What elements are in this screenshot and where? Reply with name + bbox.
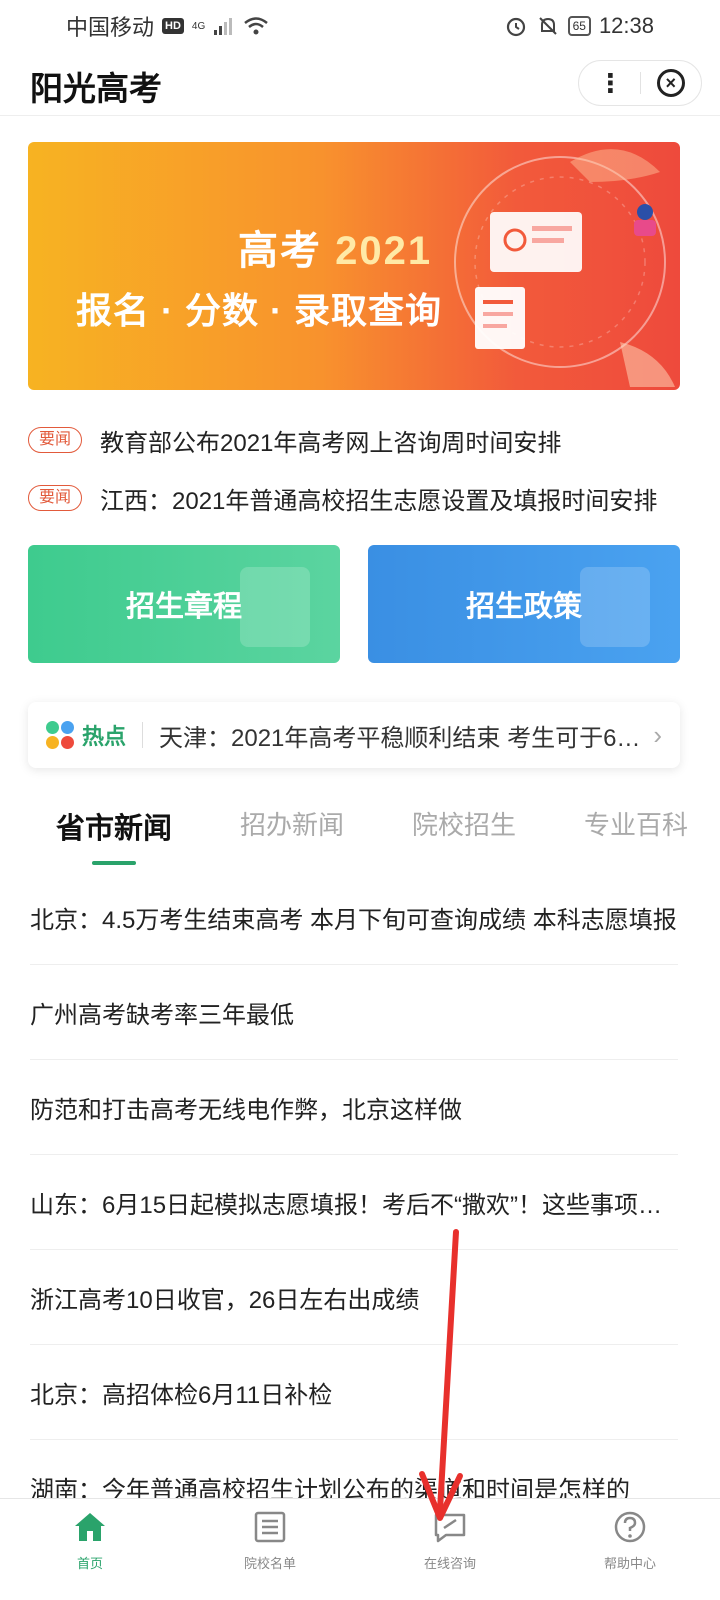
status-bar: 中国移动 HD 4G 65 12:38 (0, 0, 720, 52)
list-icon (254, 1511, 286, 1543)
banner-heading-text: 高考 (238, 229, 322, 273)
battery-indicator: 65 (567, 16, 591, 36)
list-item-title: 北京：高招体检6月11日补检 (30, 1381, 333, 1409)
hot-label: 热点 (82, 724, 127, 749)
headline-item[interactable]: 要闻 教育部公布2021年高考网上咨询周时间安排 (28, 420, 678, 460)
page-title: 阳光高考 (30, 70, 162, 107)
news-list: 北京：4.5万考生结束高考 本月下旬可查询成绩 本科志愿填报 广州高考缺考率三年… (30, 870, 678, 1535)
alarm-icon (506, 17, 525, 37)
hot-news-bar[interactable]: 热点 天津：2021年高考平稳顺利结束 考生可于6月下旬查询成绩 › (28, 702, 680, 768)
network-type: 4G (191, 20, 206, 32)
admission-policy-label: 招生政策 (465, 591, 582, 623)
close-circle-icon: × (656, 69, 685, 97)
tabbar-label: 首页 (76, 1556, 103, 1571)
bottom-tab-bar: 首页 院校名单 在线咨询 帮助中心 (0, 1498, 720, 1600)
banner-illustration (454, 149, 675, 387)
wifi-icon (244, 17, 269, 35)
promo-banner[interactable]: 高考 2021 报名 · 分数 · 录取查询 (28, 142, 680, 390)
headline-tag: 要闻 (28, 485, 83, 511)
news-tabs: 省市新闻 招办新闻 院校招生 专业百科 (28, 805, 688, 865)
hd-badge: HD (162, 18, 184, 34)
list-item[interactable]: 北京：高招体检6月11日补检 (30, 1345, 678, 1440)
hot-text: 天津：2021年高考平稳顺利结束 考生可于6月下旬查询成绩 (159, 724, 641, 752)
hot-grid-icon (46, 721, 74, 749)
document-icon (580, 567, 650, 647)
mini-program-capsule: ⋮ × (578, 60, 702, 106)
carrier-name: 中国移动 (66, 15, 155, 40)
tabbar-item-help-center[interactable]: 帮助中心 (540, 1499, 720, 1600)
tabbar-item-home[interactable]: 首页 (0, 1499, 180, 1600)
banner-subtitle: 报名 · 分数 · 录取查询 (76, 290, 442, 331)
list-item-title: 广州高考缺考率三年最低 (30, 1001, 294, 1029)
list-item-title: 防范和打击高考无线电作弊，北京这样做 (30, 1096, 462, 1124)
tabbar-label: 在线咨询 (423, 1556, 476, 1571)
banner-heading: 高考 2021 (238, 218, 432, 276)
banner-year: 2021 (335, 229, 433, 273)
headline-tag: 要闻 (28, 427, 83, 453)
admission-charter-label: 招生章程 (125, 591, 242, 623)
tab-provincial-news[interactable]: 省市新闻 (56, 805, 172, 865)
more-dots-icon[interactable]: ⋮ (579, 68, 640, 99)
headline-text: 教育部公布2021年高考网上咨询周时间安排 (100, 429, 562, 457)
tab-major-encyclopedia[interactable]: 专业百科 (584, 805, 688, 865)
signal-icon (214, 18, 233, 35)
tabbar-item-college-list[interactable]: 院校名单 (180, 1499, 360, 1600)
list-item[interactable]: 北京：4.5万考生结束高考 本月下旬可查询成绩 本科志愿填报 (30, 870, 678, 965)
list-item[interactable]: 防范和打击高考无线电作弊，北京这样做 (30, 1060, 678, 1155)
list-item[interactable]: 浙江高考10日收官，26日左右出成绩 (30, 1250, 678, 1345)
tabbar-label: 帮助中心 (603, 1556, 656, 1571)
list-item[interactable]: 山东：6月15日起模拟志愿填报！考后不“撒欢”！这些事项要注意 (30, 1155, 678, 1250)
tabbar-item-online-consult[interactable]: 在线咨询 (360, 1499, 540, 1600)
consult-edit-icon (434, 1513, 466, 1543)
list-item-title: 浙江高考10日收官，26日左右出成绩 (30, 1286, 420, 1314)
tabbar-label: 院校名单 (243, 1556, 296, 1571)
help-icon (614, 1511, 646, 1543)
mute-bell-icon (538, 17, 557, 35)
document-icon (240, 567, 310, 647)
list-item[interactable]: 广州高考缺考率三年最低 (30, 965, 678, 1060)
list-item-title: 山东：6月15日起模拟志愿填报！考后不“撒欢”！这些事项要注意 (30, 1191, 678, 1219)
hot-divider (142, 722, 144, 748)
status-left: 中国移动 HD 4G (66, 10, 269, 42)
headline-item[interactable]: 要闻 江西：2021年普通高校招生志愿设置及填报时间安排 (28, 478, 678, 518)
home-icon (75, 1513, 105, 1541)
admission-charter-button[interactable]: 招生章程 (28, 545, 340, 663)
app-header: 阳光高考 ⋮ × (0, 52, 720, 116)
clock: 12:38 (598, 13, 654, 38)
headline-text: 江西：2021年普通高校招生志愿设置及填报时间安排 (100, 487, 658, 515)
close-button[interactable]: × (640, 69, 701, 97)
tab-admission-office-news[interactable]: 招办新闻 (240, 805, 344, 865)
status-right: 65 12:38 (504, 13, 654, 39)
tab-college-admissions[interactable]: 院校招生 (412, 805, 516, 865)
chevron-right-icon: › (653, 719, 662, 750)
admission-policy-button[interactable]: 招生政策 (368, 545, 680, 663)
list-item-title: 北京：4.5万考生结束高考 本月下旬可查询成绩 本科志愿填报 (30, 906, 677, 934)
